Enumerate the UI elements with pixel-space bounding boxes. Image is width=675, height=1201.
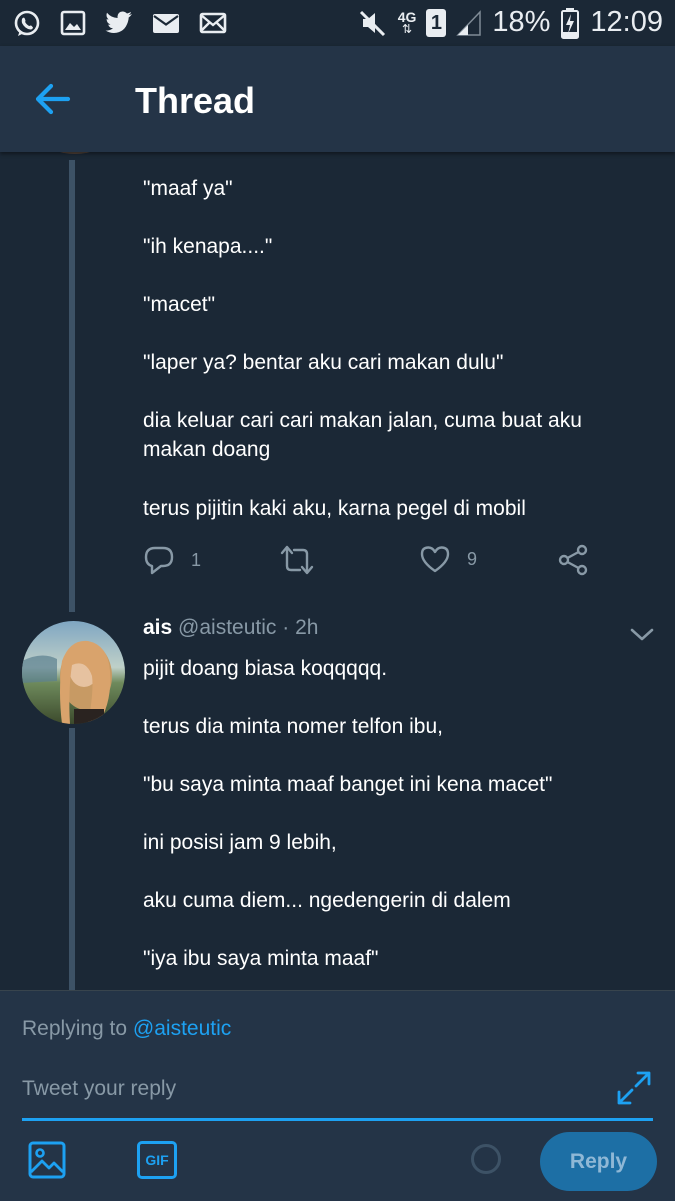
tweet-1-paragraph: "macet" [143,293,216,316]
image-icon[interactable] [28,1141,66,1179]
tweet-2-paragraph: "iya ibu saya minta maaf" [143,947,379,970]
replying-to-handle[interactable]: @aisteutic [133,1017,231,1040]
share-icon [558,544,588,576]
replying-to: Replying to @aisteutic [22,1017,231,1041]
tweet-2-header: ais @aisteutic · 2h [143,616,318,640]
tweet-2-paragraph: aku cuma diem... ngedengerin di dalem [143,889,511,912]
retweet-icon [280,545,314,575]
heart-icon [420,546,450,573]
gif-button[interactable]: GIF [137,1141,177,1179]
like-action[interactable]: 9 [419,544,477,574]
share-action[interactable] [557,544,589,576]
replying-to-label: Replying to [22,1017,128,1040]
thread-feed[interactable]: "maaf ya" "ih kenapa...." "macet" "laper… [0,152,675,990]
reply-button[interactable]: Reply [540,1132,657,1191]
network-indicator: 4G ⇅ [397,8,417,36]
tweet-2-paragraph: "bu saya minta maaf banget ini kena mace… [143,773,553,796]
network-type: 4G [397,8,417,25]
tweet-time: · 2h [282,616,319,639]
thread-line-top [69,160,75,612]
email-icon [153,14,179,33]
back-arrow-icon[interactable] [30,76,76,122]
signal-icon [456,9,482,36]
avatar[interactable] [22,621,125,724]
tweet-1-paragraph: terus pijitin kaki aku, karna pegel di m… [143,497,526,520]
previous-avatar [24,152,126,154]
tweet-2-paragraph: terus dia minta nomer telfon ibu, [143,715,443,738]
tweet-1-paragraph: "laper ya? bentar aku cari makan dulu" [143,351,504,374]
retweet-action[interactable] [279,544,315,576]
expand-icon[interactable] [616,1070,652,1106]
whatsapp-icon [14,10,40,36]
author-name[interactable]: ais [143,616,172,639]
page-title: Thread [135,80,256,121]
character-count-ring [471,1144,501,1174]
chevron-down-icon[interactable] [628,626,656,644]
gif-label: GIF [145,1152,169,1168]
reply-count: 1 [191,549,202,570]
reply-composer: Replying to @aisteutic Tweet your reply … [0,990,675,1201]
thread-line-bottom [69,728,75,990]
avatar-photo [22,621,125,724]
reply-input-underline [22,1118,653,1121]
twitter-icon [105,11,132,33]
battery-charging-icon [561,7,580,39]
mute-icon [359,10,385,36]
tweet-2-paragraph: ini posisi jam 9 lebih, [143,831,337,854]
app-bar: Thread [0,46,675,152]
reply-input[interactable]: Tweet your reply [22,1077,176,1101]
reply-icon [144,546,174,575]
notification-icons [12,9,228,39]
tweet-2-paragraph: pijit doang biasa koqqqqq. [143,657,388,680]
sim-badge: 1 [426,8,447,37]
tweet-1-paragraph: "ih kenapa...." [143,235,273,258]
like-count: 9 [467,548,478,569]
reply-action[interactable]: 1 [143,544,201,576]
author-handle[interactable]: @aisteutic [178,616,276,639]
clock: 12:09 [590,6,663,38]
battery-percent: 18% [492,6,551,38]
gallery-icon [60,10,86,36]
status-right: 4G ⇅ 1 18% 12:09 [358,6,663,39]
tweet-1-paragraph: "maaf ya" [143,177,233,200]
tweet-1-paragraph: dia keluar cari cari makan jalan, cuma b… [143,409,582,461]
data-arrows-icon: ⇅ [402,21,413,36]
tweet-1-actions: 1 9 [143,544,603,580]
status-bar: 4G ⇅ 1 18% 12:09 [0,0,675,46]
mail-icon [199,12,227,34]
